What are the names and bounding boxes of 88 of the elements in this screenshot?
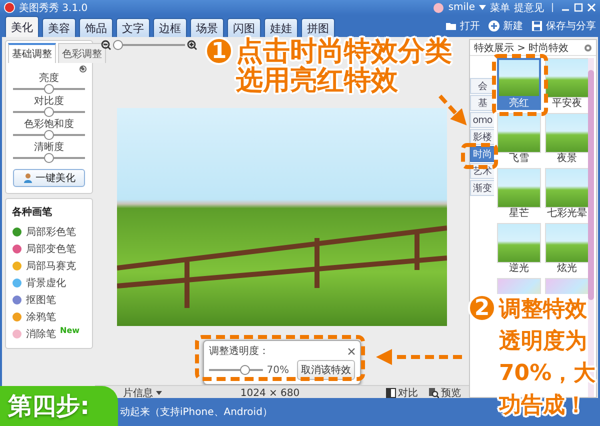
opacity-reading: 70% [266,364,289,376]
view-button[interactable]: 预览 [441,386,461,400]
menu-link[interactable]: 菜单 [490,0,510,14]
plus-icon[interactable] [488,20,500,32]
figure-icon [22,173,32,183]
gear-icon[interactable] [584,44,592,52]
logo-icon [4,2,15,13]
caret-icon[interactable] [156,391,162,395]
category-tab[interactable]: 影楼 [470,129,494,145]
folder-icon[interactable] [445,20,457,32]
slider-thumb[interactable] [44,107,54,117]
compare-icon[interactable] [386,388,396,398]
main-tab[interactable]: 文字 [116,18,150,37]
slider-label: 清晰度 [34,142,64,153]
category-tab[interactable]: 渐变 [470,180,494,196]
panel-title: 各种画笔 [11,206,53,220]
annotation-text: 70%，大 [499,360,596,388]
slider-label: 色彩饱和度 [24,119,74,130]
category-tab[interactable]: 时尚 [470,146,494,162]
category-tab[interactable]: 基 [470,95,494,111]
brush-tool[interactable]: 消除笔 [26,326,56,340]
main-tab[interactable]: 饰品 [79,18,113,37]
dashed-highlight-box [492,54,548,116]
effect-label[interactable]: 飞雪 [497,153,541,165]
panel-tab[interactable]: 基础调整 [8,43,56,63]
popup-title: 调整透明度： [209,344,269,358]
effect-label[interactable]: 逆光 [497,263,541,275]
annotation-text: 调整特效 [499,296,588,324]
zoom-in-icon[interactable] [187,40,197,50]
window-title: 美图秀秀 3.1.0 [19,2,88,14]
status-text: 动起来（支持iPhone、Android） [120,406,272,419]
brush-tool[interactable]: 抠图笔 [26,292,56,306]
main-tab[interactable]: 美化 [5,16,39,37]
floppy-icon[interactable] [531,20,543,32]
slider-thumb[interactable] [240,365,250,375]
effect-label[interactable]: 平安夜 [545,98,588,110]
slider-label: 亮度 [39,73,59,84]
scrollbar-thumb[interactable] [588,70,594,300]
maximize-icon[interactable] [574,3,583,12]
new-label: New [60,326,80,335]
slider-thumb[interactable] [113,40,123,50]
brush-tool[interactable]: 局部彩色笔 [26,224,76,238]
main-tab[interactable]: 娃娃 [264,18,298,37]
brush-tool[interactable]: 涂鸦笔 [26,310,56,324]
slider-thumb[interactable] [44,130,54,140]
toolbar-button[interactable]: 保存与分享 [546,19,596,33]
main-tab[interactable]: 场景 [190,18,224,37]
zoom-out-icon[interactable] [101,40,111,50]
effect-label[interactable]: 星芒 [497,208,541,220]
main-tab[interactable]: 美容 [42,18,76,37]
slider-label: 对比度 [34,96,64,107]
caret-icon [479,5,486,10]
slider-thumb[interactable] [44,153,54,163]
breadcrumb: 特效展示 > 时尚特效 [474,42,569,54]
brush-tool[interactable]: 局部马赛克 [26,258,76,272]
close-icon[interactable] [348,348,355,354]
image-info-menu[interactable]: 片信息 [123,386,153,400]
effect-label[interactable]: 夜景 [545,153,588,165]
user-name[interactable]: smile [448,2,475,13]
step-badge: 第四步: [0,386,118,426]
toolbar-button[interactable]: 打开 [460,19,480,33]
auto-enhance-button[interactable]: 一键美化 [13,169,85,187]
cancel-effect-button[interactable]: 取消该特效 [297,360,355,380]
image-size: 1024 × 680 [240,388,300,398]
category-tab[interactable]: omo [470,112,494,128]
avatar-icon [433,2,444,13]
toolbar-button[interactable]: 新建 [503,19,523,33]
dashed-arrow [438,94,467,126]
annotation-text: 点击时尚特效分类 [236,37,452,66]
panel-tab[interactable]: 色彩调整 [58,43,106,63]
brush-tool[interactable]: 背景虚化 [26,276,66,290]
annotation-text: 透明度为 [499,328,588,356]
reset-icon[interactable] [79,65,87,73]
effect-label[interactable]: 炫光 [545,263,588,275]
main-tab[interactable]: 闪图 [227,18,261,37]
main-tab[interactable]: 拼图 [301,18,335,37]
main-tab[interactable]: 边框 [153,18,187,37]
category-tab[interactable]: 会 [470,78,494,94]
menu-link[interactable]: 提意见 [514,0,544,14]
slider[interactable] [113,40,185,50]
view-button[interactable]: 对比 [398,386,418,400]
brush-tool[interactable]: 局部变色笔 [26,242,76,256]
annotation-text: 功告成！ [499,392,588,420]
effect-label[interactable]: 七彩光晕 [545,208,588,220]
slider-thumb[interactable] [44,84,54,94]
annotation-text: 选用亮红特效 [236,66,399,95]
effect-label[interactable]: 亮红 [497,98,541,110]
effect-thumbnail[interactable] [497,58,541,98]
